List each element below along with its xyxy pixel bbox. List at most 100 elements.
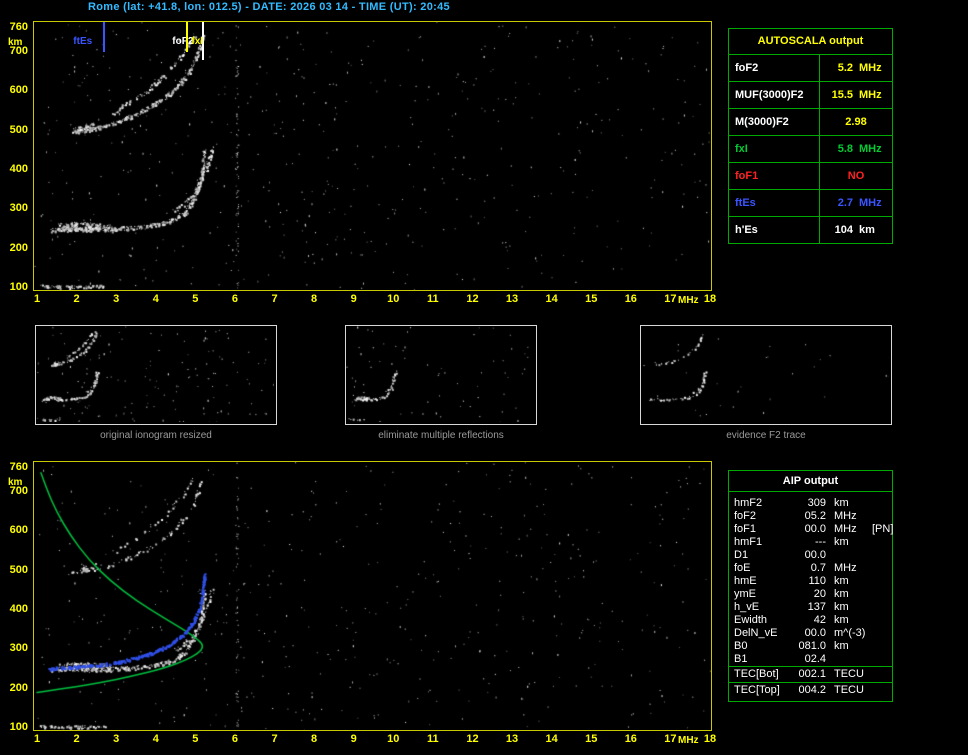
x-axis-label: 7 — [265, 293, 285, 305]
x-axis-label: 15 — [581, 293, 601, 305]
aip-row: hmE110km — [729, 575, 892, 588]
aip-row-note — [872, 667, 892, 682]
thumbnail-caption-filtered: eliminate multiple reflections — [345, 430, 537, 441]
autoscala-row: M(3000)F22.98 — [729, 109, 892, 136]
autoscala-row-label: foF1 — [729, 163, 820, 189]
aip-row: B0081.0km — [729, 640, 892, 653]
x-axis-label: 11 — [423, 293, 443, 305]
aip-row: TEC[Bot]002.1TECU — [729, 666, 892, 682]
aip-row: D100.0 — [729, 549, 892, 562]
y-axis-label: 760 — [2, 21, 28, 33]
y-axis-label: 100 — [2, 281, 28, 293]
x-axis-label: 13 — [502, 293, 522, 305]
autoscala-row-value: 15.5MHz — [820, 82, 892, 108]
autoscala-value-unit: MHz — [853, 190, 892, 216]
aip-row: ymE20km — [729, 588, 892, 601]
aip-row-unit: MHz — [826, 562, 872, 575]
autoscala-row-label: h'Es — [729, 217, 820, 243]
autoscala-row-label: ftEs — [729, 190, 820, 216]
aip-row-value: 004.2 — [792, 683, 826, 698]
x-axis-label: 16 — [621, 293, 641, 305]
aip-row-label: hmE — [734, 575, 792, 588]
aip-row: h_vE137km — [729, 601, 892, 614]
aip-row-note — [872, 497, 892, 510]
aip-row-note — [872, 640, 892, 653]
aip-row-note — [872, 562, 892, 575]
ftEs-marker-line — [103, 22, 105, 52]
x-axis-label: 5 — [185, 733, 205, 745]
aip-row: B102.4 — [729, 653, 892, 666]
aip-output-table: AIP outputhmF2309kmfoF205.2MHzfoF100.0MH… — [728, 470, 893, 702]
y-axis-label: 500 — [2, 124, 28, 136]
foF2-marker-label: foF2 — [172, 36, 193, 47]
autoscala-value-number: 15.5 — [820, 82, 853, 108]
x-axis-label: 3 — [106, 293, 126, 305]
thumbnail-filtered — [345, 325, 537, 425]
aip-row: foF100.0MHz[PN] — [729, 523, 892, 536]
aip-row-value: 00.0 — [792, 549, 826, 562]
thumbnail-original-canvas — [36, 326, 274, 422]
y-axis-label: 200 — [2, 682, 28, 694]
x-axis-label: 18 — [700, 293, 720, 305]
x-axis-label: 13 — [502, 733, 522, 745]
autoscala-row-label: fxI — [729, 136, 820, 162]
aip-row-unit: km — [826, 601, 872, 614]
aip-row-value: 00.0 — [792, 627, 826, 640]
aip-row-note — [872, 575, 892, 588]
x-axis-label: 4 — [146, 293, 166, 305]
x-axis-label: 10 — [383, 293, 403, 305]
x-axis-label: 8 — [304, 293, 324, 305]
autoscala-value-unit: km — [853, 217, 892, 243]
y-axis-label: 500 — [2, 564, 28, 576]
aip-row-unit: MHz — [826, 523, 872, 536]
autoscala-title: AUTOSCALA output — [729, 29, 892, 55]
y-axis-label: 300 — [2, 642, 28, 654]
aip-row-value: 00.0 — [792, 523, 826, 536]
x-axis-label: 11 — [423, 733, 443, 745]
x-axis-label: 2 — [67, 733, 87, 745]
autoscala-value-number: 2.7 — [820, 190, 853, 216]
aip-row-value: 081.0 — [792, 640, 826, 653]
aip-row-note — [872, 653, 892, 666]
y-axis-label: 100 — [2, 721, 28, 733]
y-axis-unit: km — [8, 477, 22, 488]
aip-row-value: 309 — [792, 497, 826, 510]
x-axis-label: 15 — [581, 733, 601, 745]
ionogram-canvas-top — [34, 22, 711, 290]
x-axis-label: 9 — [344, 733, 364, 745]
autoscala-row: foF25.2MHz — [729, 55, 892, 82]
x-axis-label: 10 — [383, 733, 403, 745]
x-axis-label: 14 — [542, 733, 562, 745]
aip-row-unit: km — [826, 497, 872, 510]
autoscala-value-number: 104 — [820, 217, 853, 243]
aip-row-label: D1 — [734, 549, 792, 562]
autoscala-value-unit: MHz — [853, 55, 892, 81]
thumbnail-caption-f2: evidence F2 trace — [640, 430, 892, 441]
aip-row-label: B0 — [734, 640, 792, 653]
aip-row-note — [872, 627, 892, 640]
autoscala-value-number: 5.8 — [820, 136, 853, 162]
aip-row-note — [872, 588, 892, 601]
ionogram-plot-bottom — [33, 461, 712, 731]
aip-row-unit: km — [826, 588, 872, 601]
autoscala-row: ftEs2.7MHz — [729, 190, 892, 217]
x-axis-label: 2 — [67, 293, 87, 305]
y-axis-label: 400 — [2, 603, 28, 615]
x-axis-label: 7 — [265, 733, 285, 745]
x-axis-label: 18 — [700, 733, 720, 745]
page-title: Rome (lat: +41.8, lon: 012.5) - DATE: 20… — [88, 1, 450, 13]
aip-row: foF205.2MHz — [729, 510, 892, 523]
aip-row-value: 002.1 — [792, 667, 826, 682]
autoscala-row-label: M(3000)F2 — [729, 109, 820, 135]
x-axis-label: 14 — [542, 293, 562, 305]
aip-row-unit: m^(-3) — [826, 627, 872, 640]
aip-row-label: Ewidth — [734, 614, 792, 627]
aip-row-label: TEC[Top] — [734, 683, 792, 698]
x-axis-label: 3 — [106, 733, 126, 745]
aip-title: AIP output — [729, 471, 892, 492]
aip-row-unit: km — [826, 536, 872, 549]
autoscala-row-label: foF2 — [729, 55, 820, 81]
x-axis-unit: MHz — [678, 735, 699, 746]
y-axis-label: 400 — [2, 163, 28, 175]
ionogram-plot-top — [33, 21, 712, 291]
